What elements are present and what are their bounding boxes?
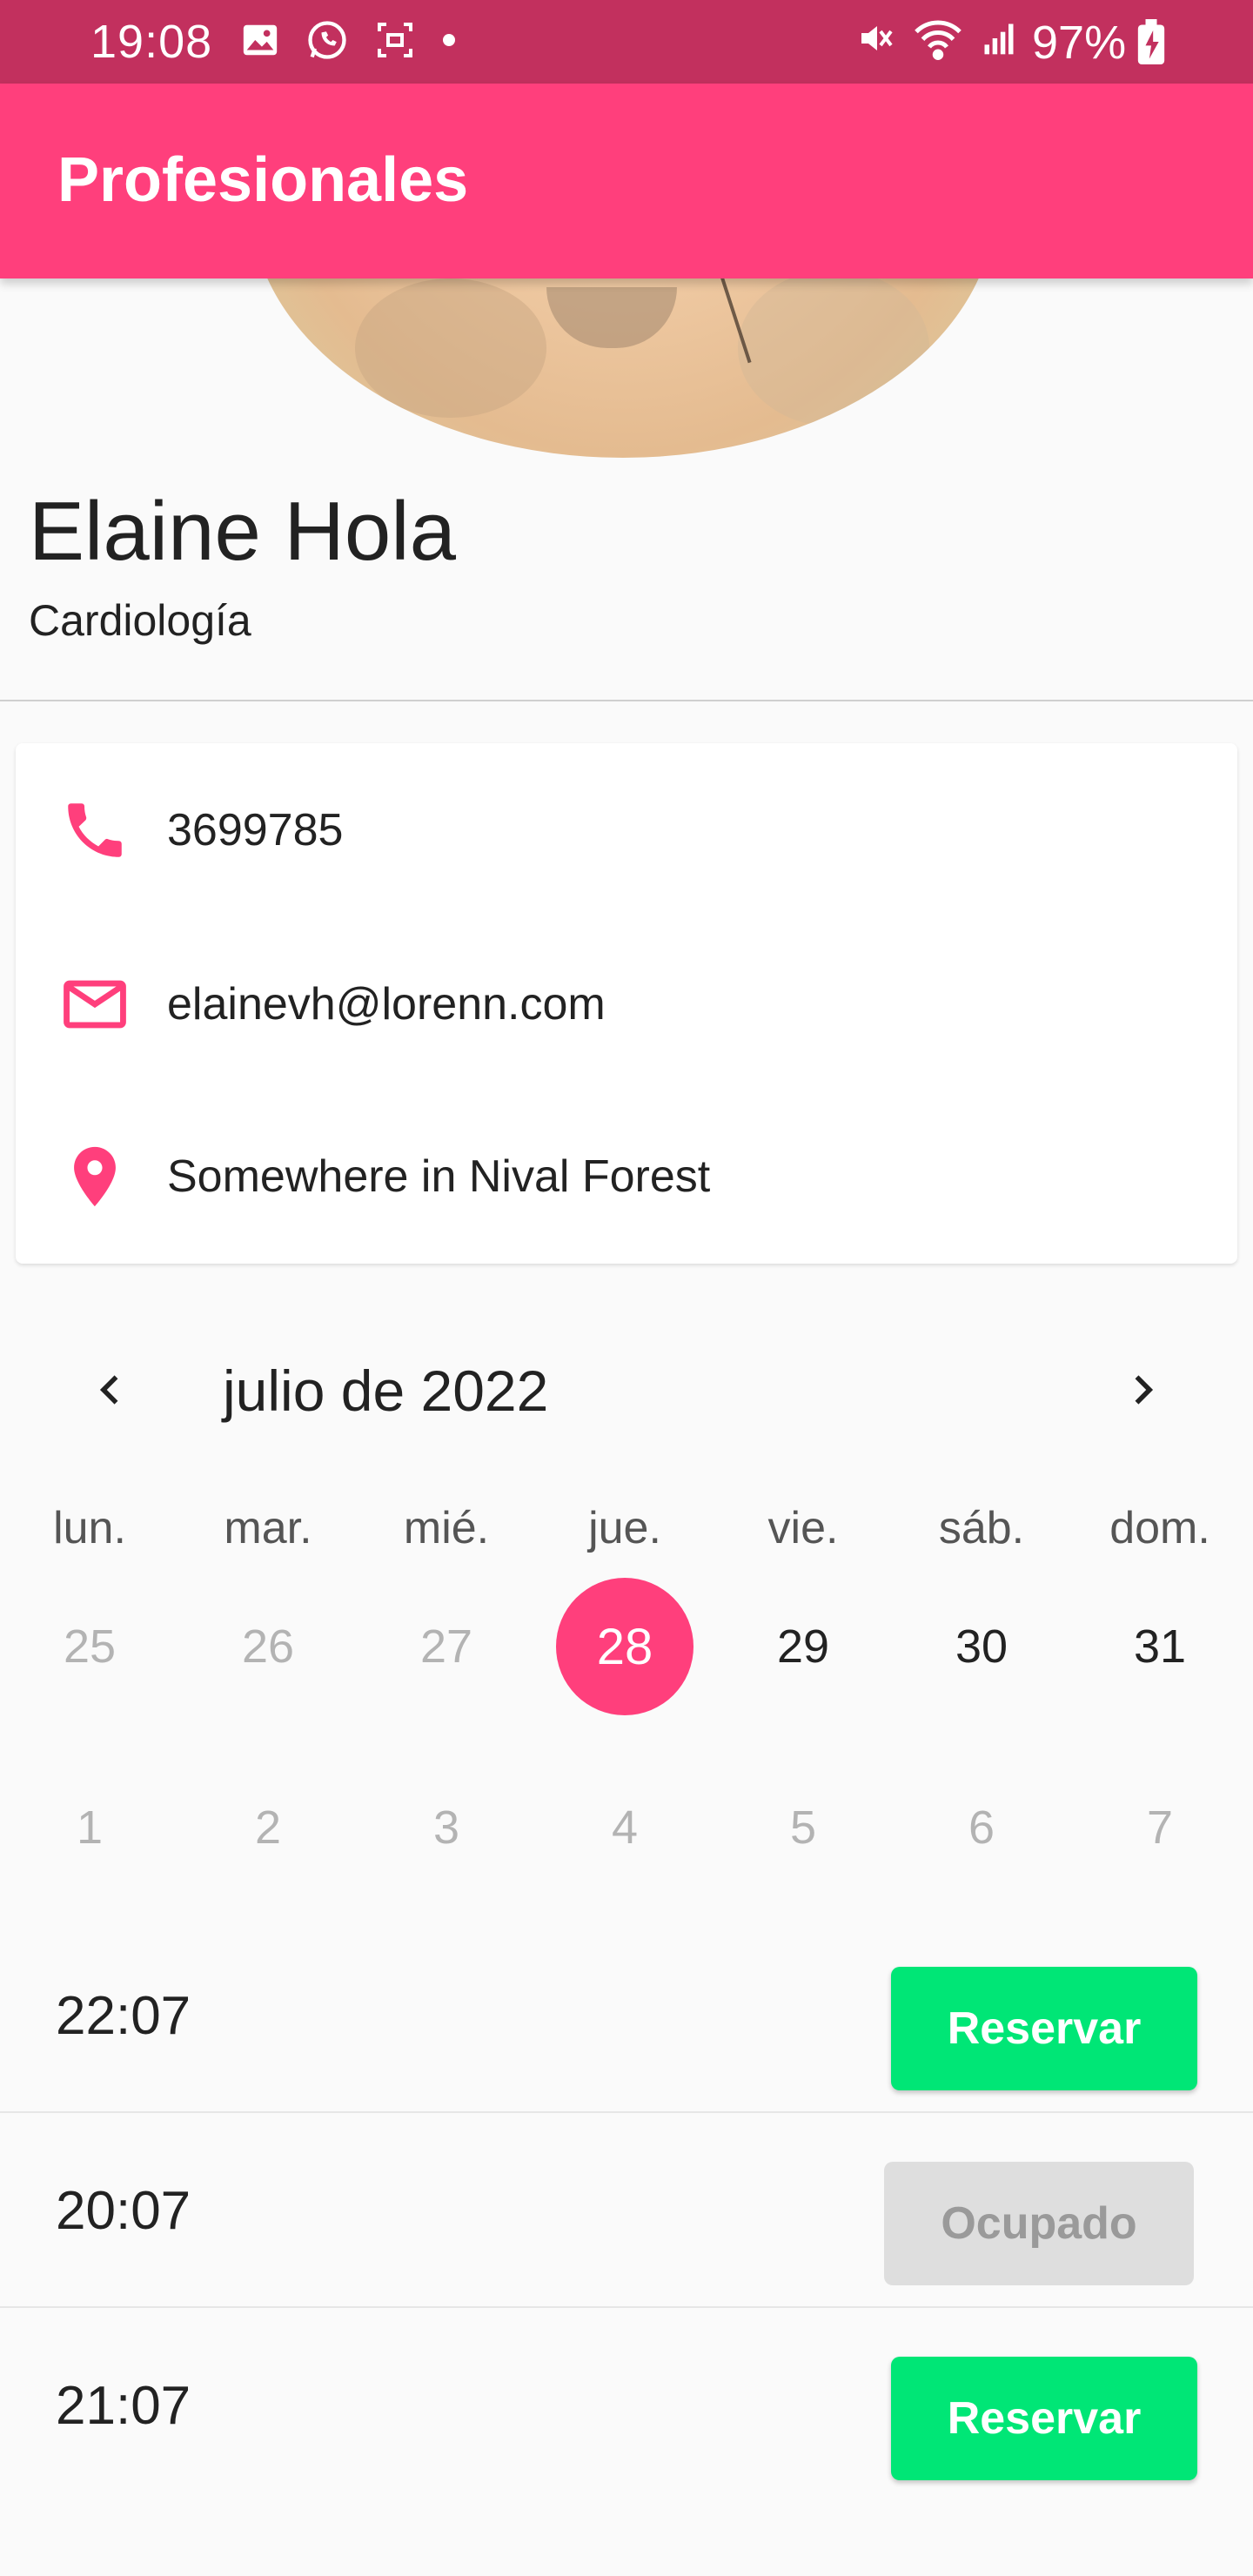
wifi-icon xyxy=(912,16,964,61)
calendar-day: 5 xyxy=(789,1801,817,1854)
calendar-day[interactable]: 31 xyxy=(1070,1577,1250,1716)
time-slot-row: 20:07 Ocupado xyxy=(0,2113,1253,2308)
calendar-day: 7 xyxy=(1146,1801,1174,1854)
reserve-button[interactable]: Reservar xyxy=(891,1967,1197,2090)
calendar-day-selected[interactable]: 28 xyxy=(535,1577,714,1716)
screen-capture-icon xyxy=(374,19,416,61)
contact-email-row[interactable]: elainevh@lorenn.com xyxy=(16,917,1237,1091)
calendar-day: 2 xyxy=(254,1801,282,1854)
status-bar: 19:08 97% xyxy=(0,0,1253,84)
calendar-day: 25 xyxy=(63,1620,117,1673)
chevron-right-icon xyxy=(1135,1375,1154,1405)
calendar-day: 3 xyxy=(432,1801,460,1854)
mail-icon xyxy=(56,965,134,1043)
mute-icon xyxy=(854,17,896,59)
signal-icon xyxy=(980,19,1018,57)
location-pin-icon xyxy=(56,1137,134,1216)
chevron-left-icon xyxy=(99,1375,118,1405)
weekday-label: dom. xyxy=(1109,1503,1210,1553)
contact-card: 3699785 elainevh@lorenn.com Somewhere in… xyxy=(16,743,1237,1264)
phone-icon xyxy=(56,791,134,869)
app-bar: Profesionales xyxy=(0,84,1253,278)
contact-location: Somewhere in Nival Forest xyxy=(167,1151,711,1202)
time-slot-row: 21:07 Reservar xyxy=(0,2308,1253,2503)
slot-time: 20:07 xyxy=(56,2180,191,2241)
image-icon xyxy=(240,20,280,60)
reserve-button[interactable]: Reservar xyxy=(891,2357,1197,2480)
status-time: 19:08 xyxy=(90,16,213,68)
battery-charging-icon xyxy=(1136,19,1166,64)
contact-location-row[interactable]: Somewhere in Nival Forest xyxy=(16,1090,1237,1264)
avatar xyxy=(251,278,995,458)
calendar-day: 4 xyxy=(611,1801,639,1854)
calendar-day: 27 xyxy=(419,1620,473,1673)
weekday-label: sáb. xyxy=(938,1503,1025,1553)
time-slot-row: 22:07 Reservar xyxy=(0,1918,1253,2113)
calendar-weekdays: lun. mar. mié. jue. vie. sáb. dom. xyxy=(0,1497,1253,1566)
slot-time: 21:07 xyxy=(56,2375,191,2436)
calendar-day[interactable]: 29 xyxy=(714,1577,893,1716)
weekday-label: jue. xyxy=(588,1503,661,1553)
divider xyxy=(0,700,1253,701)
avatar-container xyxy=(0,278,1253,458)
occupied-button: Ocupado xyxy=(884,2162,1194,2285)
weekday-label: mar. xyxy=(224,1503,312,1553)
professional-name: Elaine Hola xyxy=(29,485,456,578)
professional-specialty: Cardiología xyxy=(29,596,251,645)
calendar-day: 1 xyxy=(76,1801,104,1854)
dot-icon xyxy=(440,31,458,49)
contact-email: elainevh@lorenn.com xyxy=(167,979,606,1030)
whatsapp-icon xyxy=(305,17,350,63)
page-title: Profesionales xyxy=(57,145,469,215)
contact-phone: 3699785 xyxy=(167,805,344,855)
calendar-day: 26 xyxy=(241,1620,295,1673)
calendar-header: julio de 2022 xyxy=(0,1340,1253,1436)
next-month-button[interactable] xyxy=(1107,1359,1176,1420)
calendar-month-label: julio de 2022 xyxy=(223,1358,549,1423)
contact-phone-row[interactable]: 3699785 xyxy=(16,743,1237,917)
selected-day-number: 28 xyxy=(556,1578,694,1715)
weekday-label: lun. xyxy=(53,1503,126,1553)
previous-month-button[interactable] xyxy=(77,1359,146,1420)
calendar-day: 6 xyxy=(968,1801,995,1854)
weekday-label: mié. xyxy=(403,1503,490,1553)
calendar-day[interactable]: 30 xyxy=(892,1577,1071,1716)
battery-percent: 97% xyxy=(1032,17,1127,69)
slot-time: 22:07 xyxy=(56,1985,191,2046)
weekday-label: vie. xyxy=(767,1503,839,1553)
